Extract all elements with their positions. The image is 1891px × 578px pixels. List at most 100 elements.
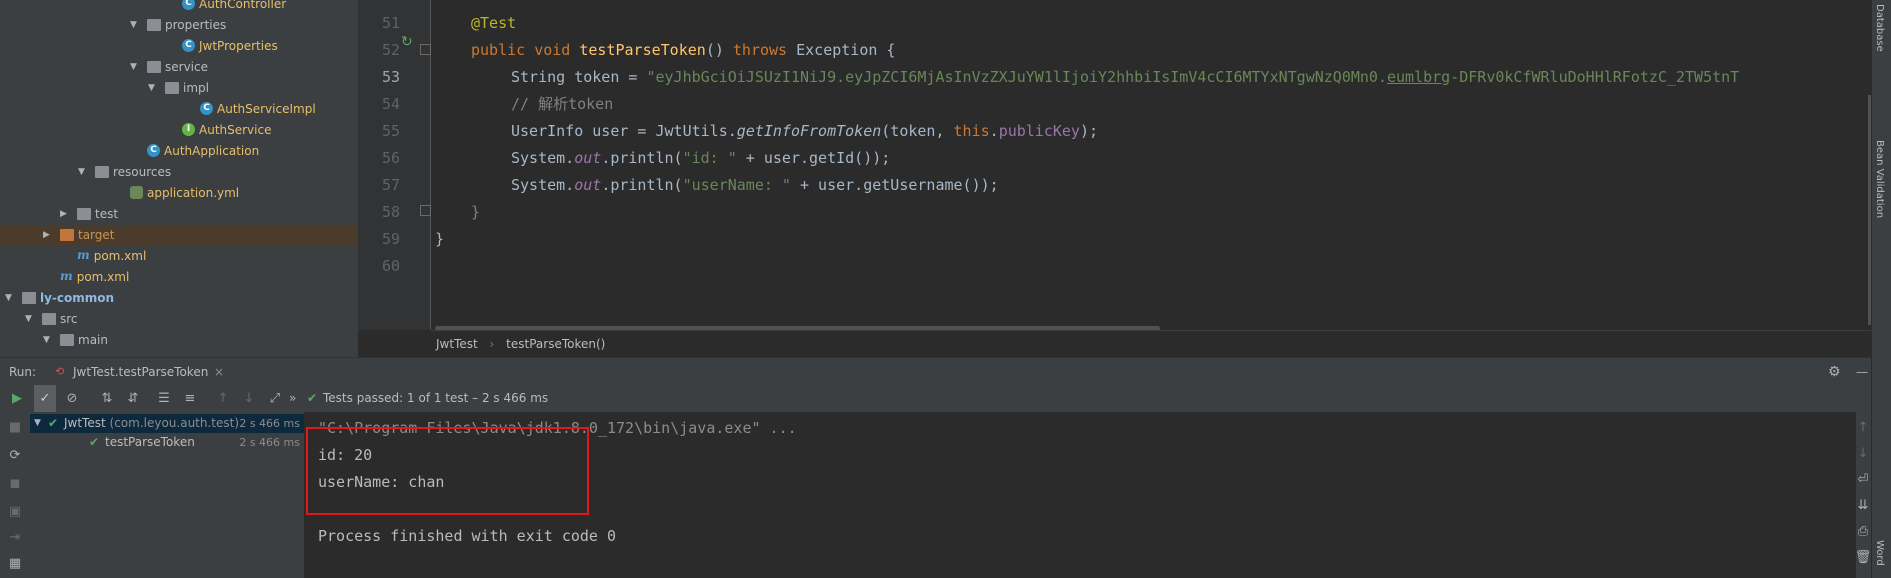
code-line-53: String token = "eyJhbGciOiJSUzI1NiJ9.eyJ… — [511, 64, 1739, 91]
sort-alpha-icon[interactable]: ⇅ — [96, 385, 118, 412]
line-number: 54 — [381, 95, 400, 113]
method-name: testParseToken — [579, 41, 706, 59]
code-text: String token = — [511, 68, 647, 86]
chevron-down-icon[interactable]: ▼ — [78, 162, 90, 183]
bean-validation-tool-tab[interactable]: Bean Validation — [1874, 140, 1885, 218]
breadcrumb-method[interactable]: testParseToken() — [506, 337, 605, 351]
chevron-right-icon[interactable]: ▶ — [60, 204, 72, 225]
test-name: testParseToken — [105, 435, 195, 449]
trash-icon[interactable]: 🗑 — [1852, 550, 1874, 565]
word-tool-tab[interactable]: Word — [1874, 540, 1885, 566]
sort-duration-icon[interactable]: ⇵ — [122, 385, 144, 412]
scroll-to-end-icon[interactable]: ⇊ — [1852, 498, 1874, 513]
tree-item[interactable]: ▼ properties — [0, 15, 358, 36]
code-editor[interactable]: @Test public void testParseToken() throw… — [431, 0, 1871, 330]
tree-item[interactable]: C AuthServiceImpl — [0, 99, 358, 120]
chevron-right-icon[interactable]: ▶ — [43, 225, 55, 246]
line-number: 53 — [381, 68, 400, 86]
code-line-55: UserInfo user = JwtUtils.getInfoFromToke… — [511, 118, 1098, 145]
line-number: 55 — [381, 122, 400, 140]
breadcrumb: JwtTest › testParseToken() — [431, 330, 1871, 357]
toggle-auto-test-icon[interactable]: ⟳ — [4, 448, 26, 463]
tree-item[interactable]: C AuthController — [0, 0, 358, 15]
previous-failed-icon[interactable]: ↑ — [212, 385, 234, 412]
collapse-all-icon[interactable]: ≡ — [179, 385, 201, 412]
chevron-down-icon[interactable]: ▼ — [5, 288, 17, 309]
debug-icon[interactable]: ◼ — [4, 476, 26, 491]
keyword: throws — [732, 41, 788, 59]
tree-item-label: AuthApplication — [164, 144, 260, 158]
test-tree-item[interactable]: ▼ ✔ JwtTest (com.leyou.auth.test) 2 s 466 m… — [30, 414, 304, 433]
tree-item[interactable]: application.yml — [0, 183, 358, 204]
line-number: 56 — [381, 149, 400, 167]
tree-item[interactable]: m pom.xml — [0, 246, 358, 267]
tree-item[interactable]: C JwtProperties — [0, 36, 358, 57]
string-literal: eumlbrg — [1387, 68, 1451, 86]
rerun-icon[interactable]: ▶ — [6, 385, 28, 412]
chevron-down-icon[interactable]: ▼ — [130, 57, 142, 78]
show-ignored-icon[interactable]: ⊘ — [61, 385, 83, 412]
print-icon[interactable]: ⎙ — [1852, 524, 1874, 539]
string-literal: "eyJhbGciOiJSUzI1NiJ9.eyJpZCI6MjAsInVzZX… — [646, 68, 1387, 86]
code-line-58: } — [471, 199, 480, 226]
class-icon: C — [182, 39, 195, 52]
breadcrumb-class[interactable]: JwtTest — [436, 337, 478, 351]
code-text: + user.getId()); — [736, 149, 891, 167]
breadcrumb-separator: › — [489, 337, 495, 351]
tree-item[interactable]: ▼ src — [0, 309, 358, 330]
tree-item[interactable]: ▶ target — [0, 225, 358, 246]
soft-wrap-icon[interactable]: ⏎ — [1852, 472, 1874, 487]
tree-item[interactable]: m pom.xml — [0, 267, 358, 288]
tree-item-label: pom.xml — [93, 249, 147, 263]
line-number: 57 — [381, 176, 400, 194]
folder-icon — [42, 312, 56, 325]
login-icon[interactable]: ⇥ — [4, 530, 26, 545]
tree-item[interactable]: ▼ impl — [0, 78, 358, 99]
keyword: public — [471, 41, 526, 59]
chevron-down-icon[interactable]: ▼ — [25, 309, 37, 330]
fold-icon[interactable] — [420, 44, 431, 55]
gear-icon[interactable]: ⚙ — [1828, 358, 1841, 386]
stop-icon[interactable]: ■ — [4, 420, 26, 435]
chevron-down-icon[interactable]: ▼ — [130, 15, 142, 36]
database-tool-tab[interactable]: Database — [1874, 4, 1885, 52]
tree-item[interactable]: I AuthService — [0, 120, 358, 141]
module-icon — [22, 291, 36, 304]
export-icon[interactable]: ⤢ — [264, 385, 286, 412]
next-failed-icon[interactable]: ↓ — [238, 385, 260, 412]
code-line-56: System.out.println("id: " + user.getId()… — [511, 145, 890, 172]
run-label: Run: — [9, 365, 37, 379]
tree-item[interactable]: ▼ service — [0, 57, 358, 78]
test-duration: 2 s 466 ms — [239, 436, 300, 449]
run-left-toolbar: ■ ⟳ ◼ ▣ ⇥ ▦ — [0, 412, 30, 578]
down-arrow-icon[interactable]: ↓ — [1852, 446, 1874, 461]
tree-item[interactable]: ▼ ly-common — [0, 288, 358, 309]
chevron-down-icon[interactable]: ▼ — [43, 330, 55, 351]
tree-item[interactable]: C AuthApplication — [0, 141, 358, 162]
line-number: 60 — [381, 257, 400, 275]
chevron-down-icon[interactable]: ▼ — [34, 414, 41, 433]
tree-item[interactable]: ▼ main — [0, 330, 358, 351]
code-text: UserInfo user = JwtUtils. — [511, 122, 737, 140]
chevron-down-icon[interactable]: ▼ — [148, 78, 160, 99]
camera-icon[interactable]: ▣ — [4, 504, 26, 519]
junit-icon: ⟲ — [55, 365, 65, 378]
run-tab[interactable]: JwtTest.testParseToken — [73, 358, 208, 386]
close-tab-icon[interactable]: × — [214, 358, 224, 386]
brace: } — [435, 230, 445, 248]
folder-icon — [147, 60, 161, 73]
show-passed-icon[interactable]: ✓ — [34, 385, 56, 412]
tree-item[interactable]: ▶ test — [0, 204, 358, 225]
code-text: () — [705, 41, 733, 59]
code-line-52: public void testParseToken() throws Exce… — [471, 37, 895, 64]
expand-all-icon[interactable]: ☰ — [153, 385, 175, 412]
fold-end-icon[interactable] — [420, 205, 431, 216]
layout-icon[interactable]: ▦ — [4, 556, 26, 571]
more-icon[interactable]: » — [289, 385, 296, 412]
run-test-icon[interactable]: ↻ — [401, 34, 417, 50]
minimize-icon[interactable]: — — [1856, 358, 1868, 386]
keyword: void — [534, 41, 571, 59]
tree-item[interactable]: ▼ resources — [0, 162, 358, 183]
test-tree-item[interactable]: ✔ testParseToken 2 s 466 ms — [30, 433, 304, 452]
up-arrow-icon[interactable]: ↑ — [1852, 420, 1874, 435]
